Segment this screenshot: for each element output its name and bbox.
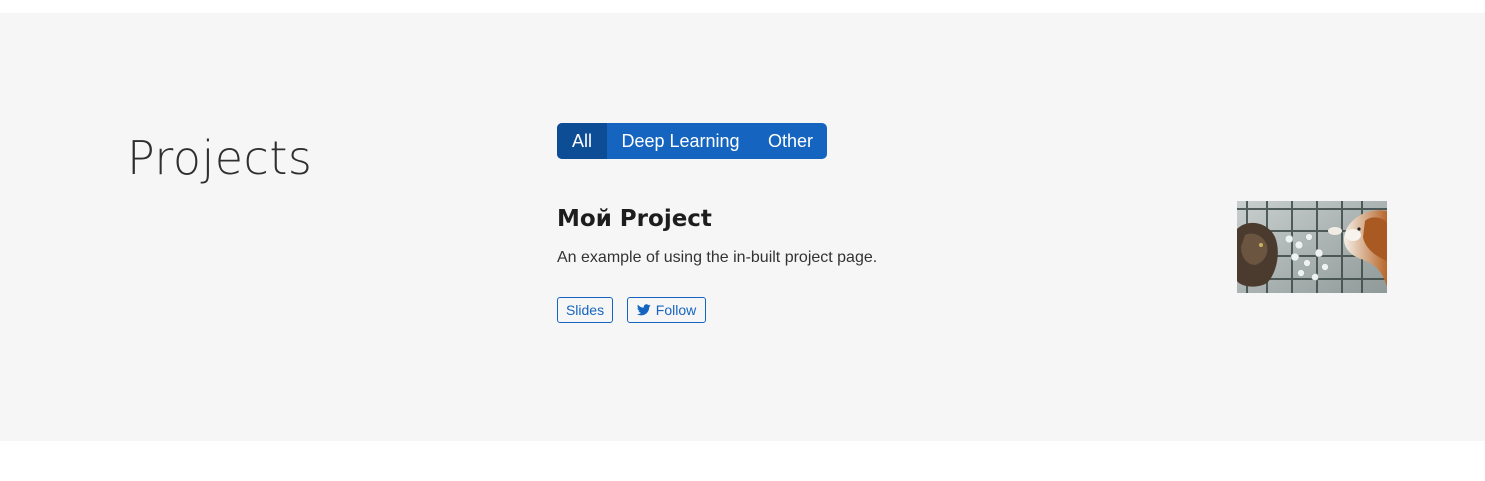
follow-button[interactable]: Follow	[627, 297, 706, 323]
project-summary: An example of using the in-built project…	[557, 249, 878, 266]
project-thumbnail-image	[1237, 201, 1387, 293]
filter-all-button[interactable]: All	[557, 123, 607, 159]
filter-deep-learning-button[interactable]: Deep Learning	[607, 123, 754, 159]
projects-section: Projects All Deep Learning Other Мой Pro…	[0, 13, 1485, 441]
project-title-link[interactable]: Мой Project	[557, 206, 712, 234]
slides-button[interactable]: Slides	[557, 297, 613, 323]
project-filter-group: All Deep Learning Other	[557, 123, 827, 159]
follow-button-label: Follow	[655, 302, 697, 318]
project-thumbnail[interactable]	[1237, 201, 1387, 293]
slides-button-label: Slides	[565, 302, 605, 318]
twitter-icon	[636, 304, 651, 316]
filter-other-button[interactable]: Other	[754, 123, 827, 159]
section-title: Projects	[127, 131, 313, 185]
